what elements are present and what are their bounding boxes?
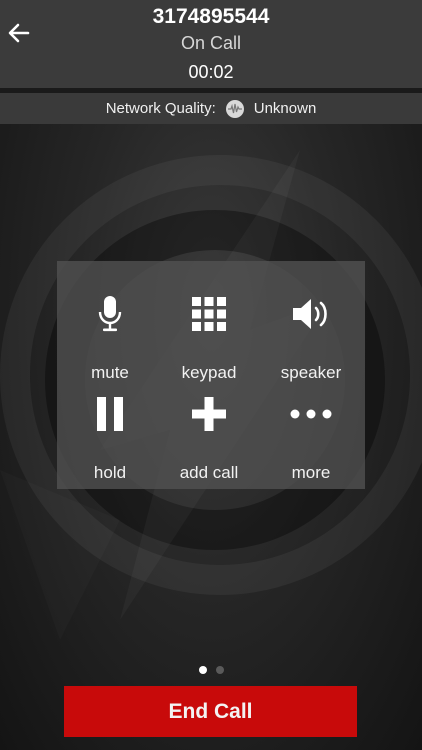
page-dot-1[interactable]: [198, 666, 207, 674]
more-label: more: [291, 463, 331, 482]
call-timer: 00:02: [188, 62, 234, 82]
signal-wave-icon: [225, 99, 244, 118]
microphone-icon: [98, 296, 122, 332]
network-quality-bar: Network Quality: Unknown: [0, 93, 422, 124]
more-button[interactable]: more: [261, 389, 361, 482]
speaker-label: speaker: [280, 363, 342, 382]
hold-button[interactable]: hold: [60, 389, 160, 482]
call-screen: 3174895544 On Call 00:02 Network Quality…: [0, 0, 422, 750]
add-call-button[interactable]: add call: [159, 389, 259, 482]
page-dot-2[interactable]: [215, 666, 224, 674]
keypad-grid-icon: [192, 297, 226, 331]
speaker-button[interactable]: speaker: [261, 289, 361, 382]
caller-number: 3174895544: [152, 5, 270, 28]
more-dots-icon: [290, 409, 332, 419]
mute-label: mute: [91, 363, 129, 382]
plus-icon: [192, 397, 226, 431]
call-controls-panel: mute keypad speaker hold add call more: [57, 261, 365, 489]
network-quality-label: Network Quality:: [105, 100, 216, 117]
keypad-button[interactable]: keypad: [159, 289, 259, 382]
speaker-icon: [293, 299, 327, 329]
pause-icon: [97, 397, 123, 431]
end-call-button[interactable]: End Call: [64, 686, 357, 737]
page-indicator: [0, 666, 422, 676]
keypad-label: keypad: [181, 363, 237, 382]
add-call-label: add call: [179, 463, 239, 482]
network-quality-value: Unknown: [253, 100, 317, 117]
mute-button[interactable]: mute: [60, 289, 160, 382]
call-status: On Call: [180, 33, 242, 53]
hold-label: hold: [93, 463, 127, 482]
